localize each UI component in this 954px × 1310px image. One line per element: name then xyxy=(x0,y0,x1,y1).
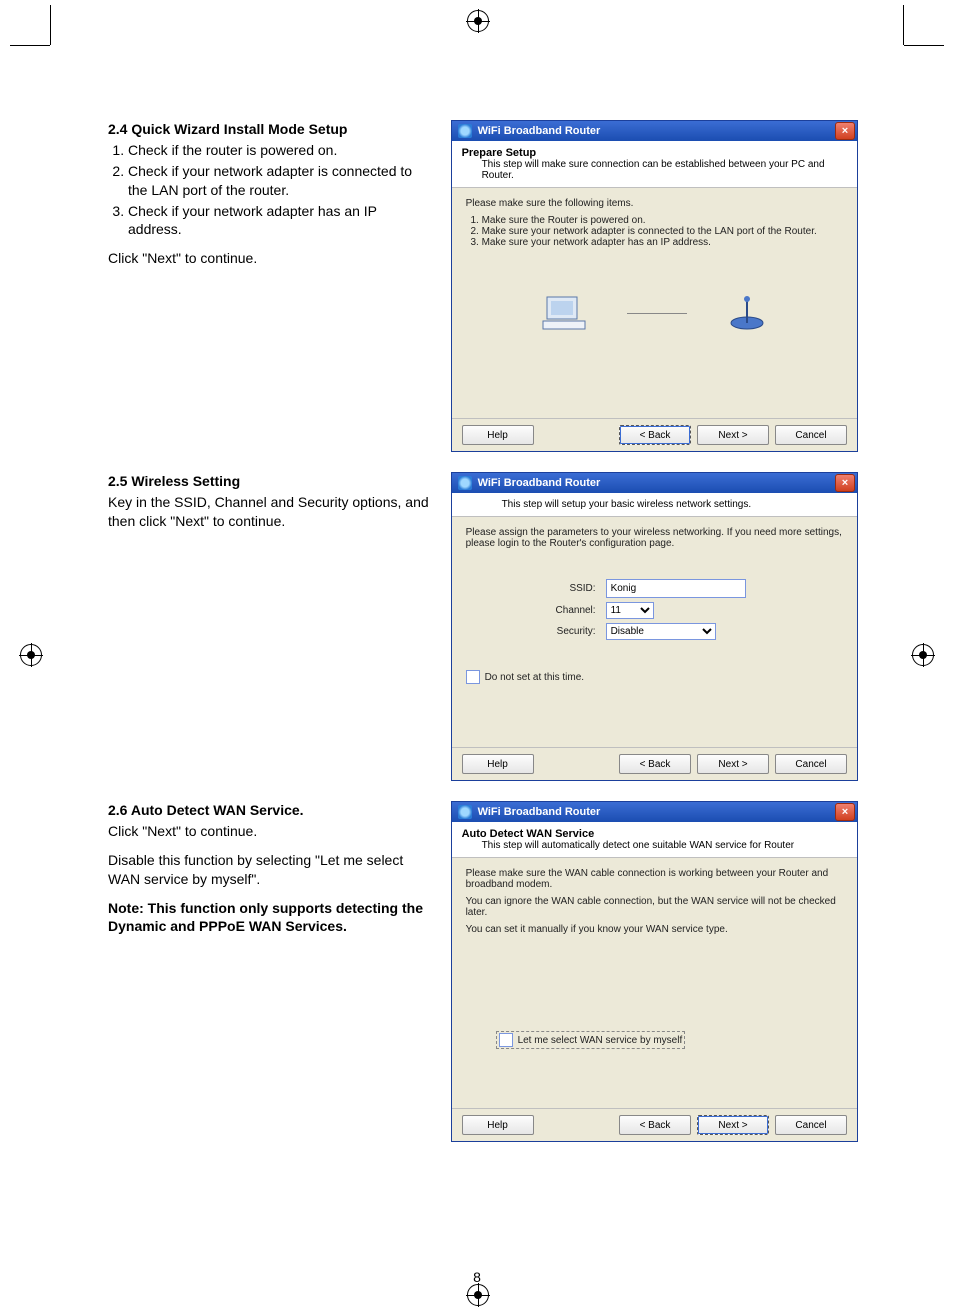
s26-p2: Disable this function by selecting "Let … xyxy=(108,851,433,889)
ssid-label: SSID: xyxy=(466,583,596,594)
close-button[interactable]: × xyxy=(835,122,855,140)
help-button[interactable]: Help xyxy=(462,754,534,774)
let-me-select-checkbox[interactable] xyxy=(499,1033,513,1047)
channel-label: Channel: xyxy=(466,605,596,616)
win3-p1: Please make sure the WAN cable connectio… xyxy=(466,868,843,890)
security-select[interactable]: Disable xyxy=(606,623,716,640)
wizard-header-subtitle: This step will automatically detect one … xyxy=(482,840,847,851)
section-2-6-heading: 2.6 Auto Detect WAN Service. xyxy=(108,801,433,820)
win1-item-1: Make sure the Router is powered on. xyxy=(482,215,843,226)
s24-after: Click "Next" to continue. xyxy=(108,249,433,268)
s24-step-1: Check if the router is powered on. xyxy=(128,141,433,160)
wizard-window-wireless: WiFi Broadband Router × This step will s… xyxy=(451,472,858,781)
do-not-set-checkbox[interactable] xyxy=(466,670,480,684)
wizard-header-subtitle: This step will setup your basic wireless… xyxy=(502,499,847,510)
app-icon xyxy=(458,805,472,819)
win1-intro: Please make sure the following items. xyxy=(466,198,843,209)
win3-p3: You can set it manually if you know your… xyxy=(466,924,843,935)
cancel-button[interactable]: Cancel xyxy=(775,754,847,774)
window-title: WiFi Broadband Router xyxy=(478,806,601,818)
help-button[interactable]: Help xyxy=(462,1115,534,1135)
close-button[interactable]: × xyxy=(835,474,855,492)
page-number: 8 xyxy=(473,1269,481,1285)
help-button[interactable]: Help xyxy=(462,425,534,445)
pc-router-diagram xyxy=(466,278,843,348)
s25-body: Key in the SSID, Channel and Security op… xyxy=(108,493,433,531)
back-button[interactable]: < Back xyxy=(619,425,691,445)
connection-line-icon xyxy=(627,313,687,314)
section-2-4-heading: 2.4 Quick Wizard Install Mode Setup xyxy=(108,120,433,139)
s24-step-2: Check if your network adapter is connect… xyxy=(128,162,433,200)
app-icon xyxy=(458,124,472,138)
wizard-window-prepare-setup: WiFi Broadband Router × Prepare Setup Th… xyxy=(451,120,858,452)
do-not-set-label: Do not set at this time. xyxy=(485,672,585,683)
next-button[interactable]: Next > xyxy=(697,1115,769,1135)
cancel-button[interactable]: Cancel xyxy=(775,425,847,445)
wizard-header-title: Auto Detect WAN Service xyxy=(462,828,847,840)
cancel-button[interactable]: Cancel xyxy=(775,1115,847,1135)
wizard-header-subtitle: This step will make sure connection can … xyxy=(482,159,847,181)
titlebar[interactable]: WiFi Broadband Router × xyxy=(452,121,857,141)
channel-select[interactable]: 11 xyxy=(606,602,654,619)
titlebar[interactable]: WiFi Broadband Router × xyxy=(452,802,857,822)
section-2-5-heading: 2.5 Wireless Setting xyxy=(108,472,433,491)
win1-item-3: Make sure your network adapter has an IP… xyxy=(482,237,843,248)
s26-p1: Click "Next" to continue. xyxy=(108,822,433,841)
close-button[interactable]: × xyxy=(835,803,855,821)
wizard-window-auto-detect: WiFi Broadband Router × Auto Detect WAN … xyxy=(451,801,858,1142)
app-icon xyxy=(458,476,472,490)
ssid-input[interactable] xyxy=(606,579,746,598)
back-button[interactable]: < Back xyxy=(619,1115,691,1135)
window-title: WiFi Broadband Router xyxy=(478,477,601,489)
win2-intro: Please assign the parameters to your wir… xyxy=(466,527,843,549)
computer-icon xyxy=(541,293,587,333)
back-button[interactable]: < Back xyxy=(619,754,691,774)
let-me-select-label: Let me select WAN service by myself xyxy=(518,1035,683,1046)
wizard-header-title: Prepare Setup xyxy=(462,147,847,159)
router-icon xyxy=(727,295,767,331)
next-button[interactable]: Next > xyxy=(697,754,769,774)
next-button[interactable]: Next > xyxy=(697,425,769,445)
s26-note: Note: This function only supports detect… xyxy=(108,899,433,937)
win3-p2: You can ignore the WAN cable connection,… xyxy=(466,896,843,918)
window-title: WiFi Broadband Router xyxy=(478,125,601,137)
win1-item-2: Make sure your network adapter is connec… xyxy=(482,226,843,237)
s24-step-3: Check if your network adapter has an IP … xyxy=(128,202,433,240)
security-label: Security: xyxy=(466,626,596,637)
titlebar[interactable]: WiFi Broadband Router × xyxy=(452,473,857,493)
